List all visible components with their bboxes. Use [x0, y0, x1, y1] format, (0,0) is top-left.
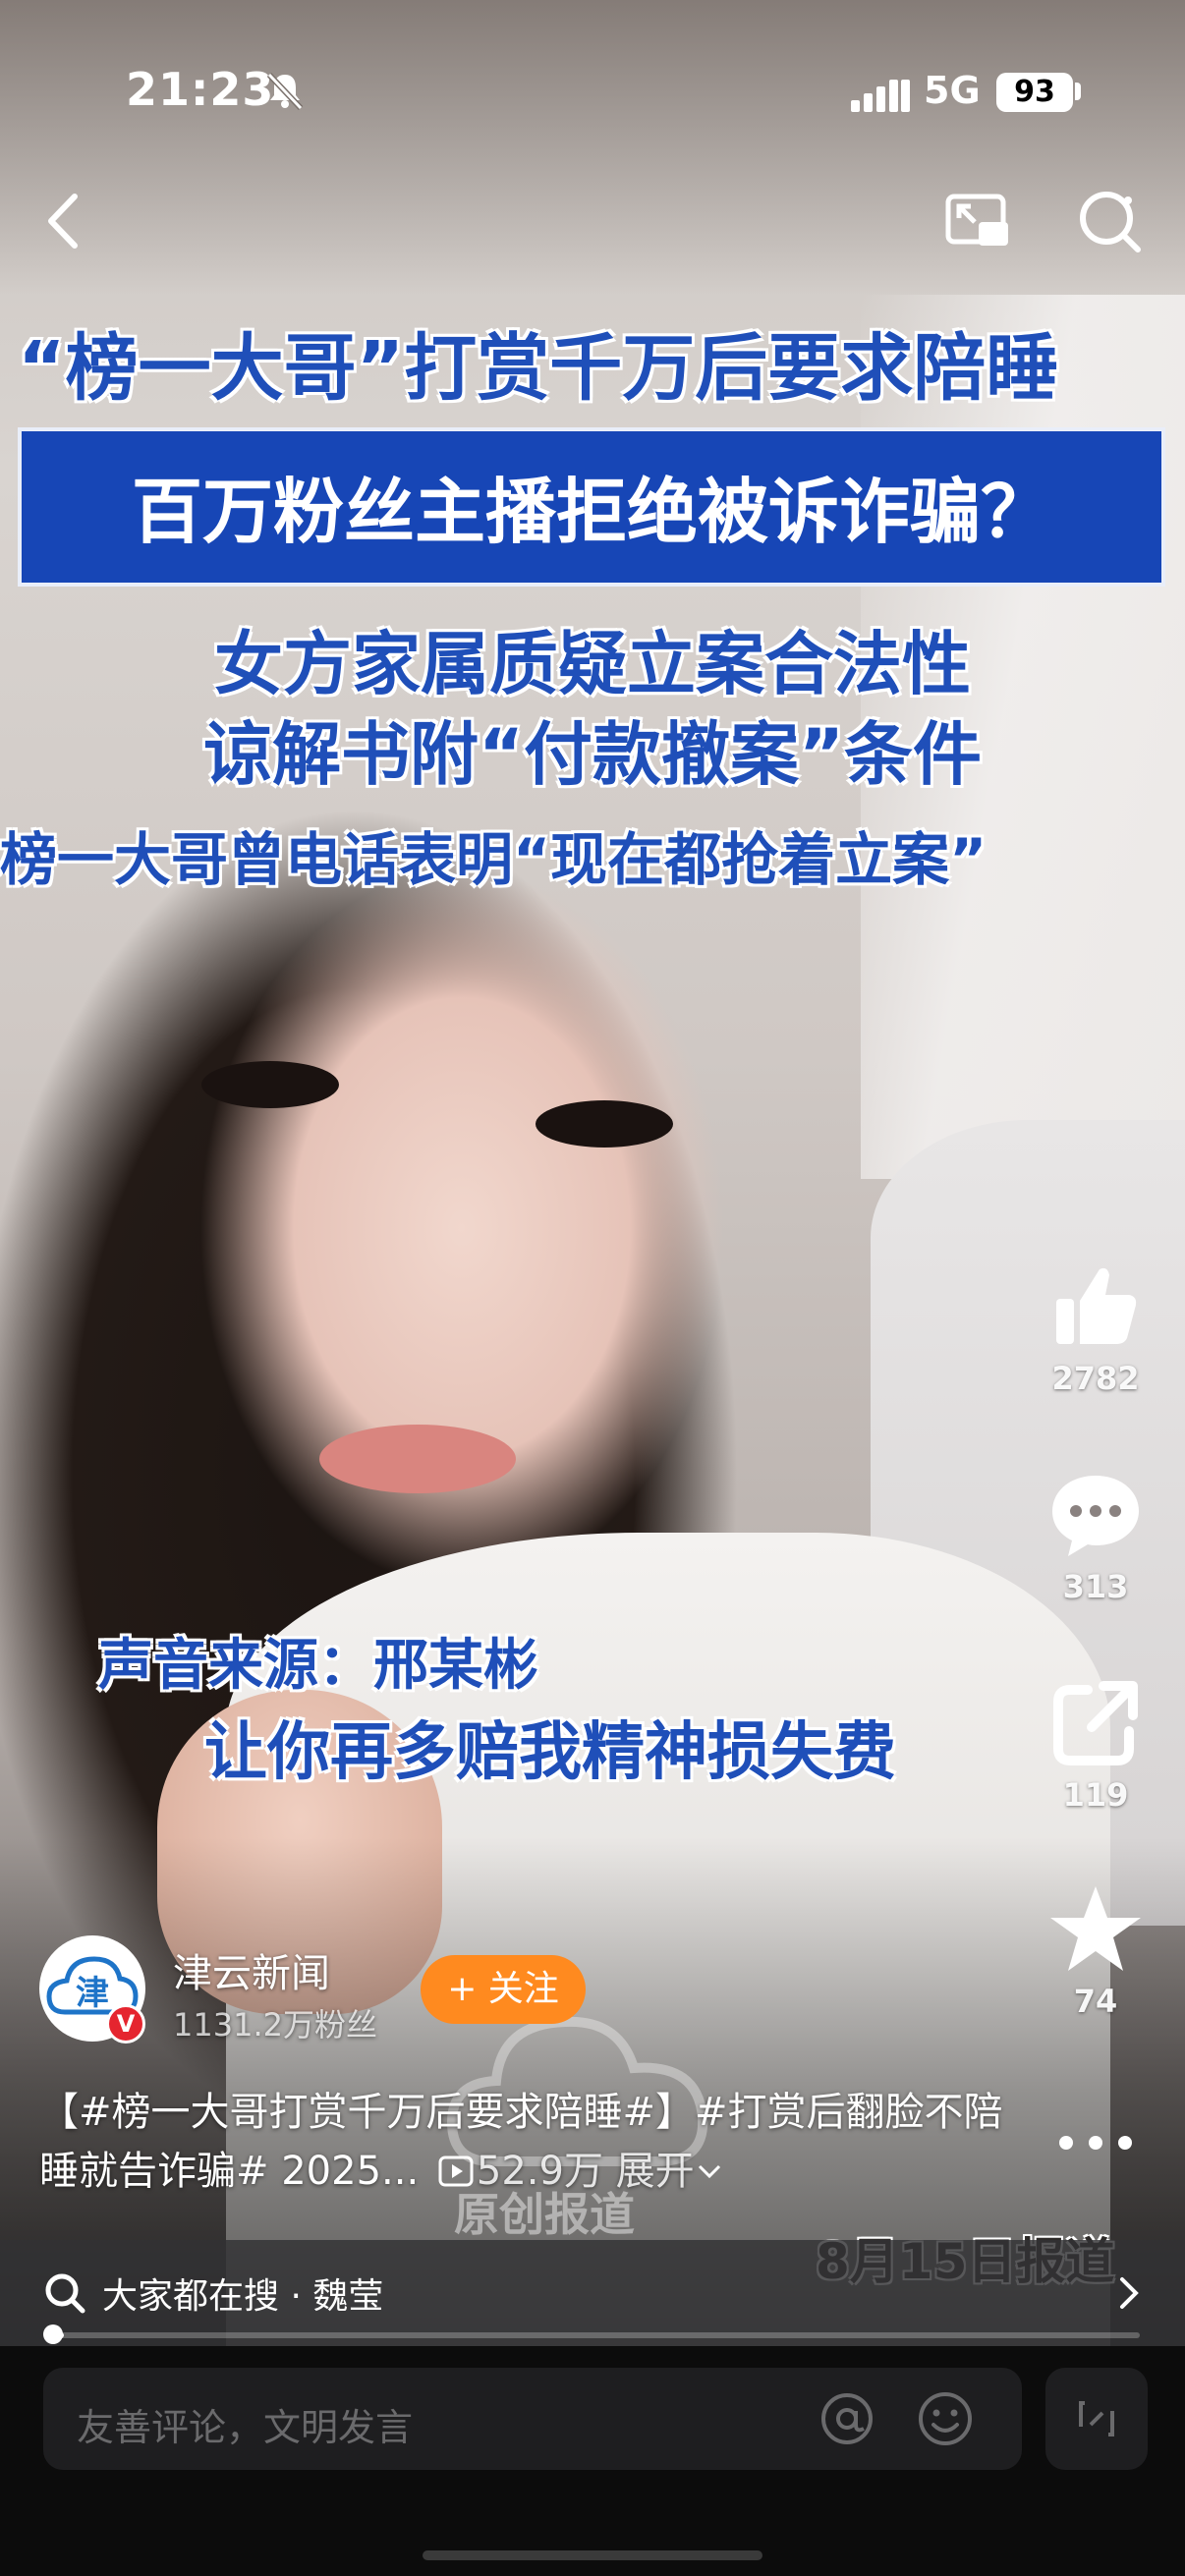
network-type: 5G: [924, 69, 981, 112]
comment-button[interactable]: 313: [1032, 1468, 1159, 1605]
video-subtitle-source: 声音来源：邢某彬: [98, 1634, 538, 1698]
headline-line1: “榜一大哥”打赏千万后要求陪睡: [18, 326, 1059, 411]
battery-tip: [1075, 83, 1081, 100]
thumbs-up-icon: [1056, 1267, 1137, 1344]
search-icon[interactable]: [1075, 187, 1144, 255]
headline-line2: 百万粉丝主播拒绝被诉诈骗？: [131, 471, 1051, 553]
like-button[interactable]: 2782: [1032, 1260, 1159, 1397]
comment-count: 313: [1062, 1568, 1129, 1605]
video-person-lips: [319, 1425, 516, 1493]
verified-badge: V: [106, 2004, 145, 2044]
video-person-eye-left: [201, 1061, 339, 1108]
video-progress-knob[interactable]: [43, 2324, 63, 2344]
share-icon: [1053, 1681, 1138, 1765]
video-subtitle-quote: 让你再多赔我精神损失费: [204, 1716, 896, 1789]
fullscreen-comment-button[interactable]: [1045, 2368, 1148, 2470]
caption-expand[interactable]: 展开: [616, 2149, 724, 2194]
at-mention-icon[interactable]: [818, 2389, 876, 2448]
back-arrow-icon[interactable]: [33, 187, 92, 255]
headline-line4: 谅解书附“付款撤案”条件: [202, 714, 982, 795]
author-fans: 1131.2万粉丝: [173, 2006, 377, 2044]
chevron-down-icon: [698, 2164, 720, 2179]
caption-expand-label: 展开: [615, 2149, 695, 2194]
favorite-count: 74: [1073, 1983, 1118, 2020]
expand-icon: [1079, 2401, 1114, 2436]
home-indicator: [423, 2550, 762, 2560]
related-search-prefix: 大家都在搜: [102, 2276, 280, 2317]
status-time: 21:23: [126, 63, 275, 116]
more-button[interactable]: [1032, 2128, 1159, 2157]
search-icon: [45, 2273, 85, 2314]
comment-placeholder: 友善评论，文明发言: [77, 2406, 414, 2449]
caption-views-wrap: 52.9万: [431, 2149, 616, 2194]
follow-button[interactable]: + 关注: [421, 1955, 586, 2024]
like-count: 2782: [1051, 1360, 1140, 1397]
status-bar: 21:23 5G 93: [0, 0, 1185, 187]
signal-icon: [851, 80, 910, 112]
comment-bubble-icon: [1052, 1476, 1139, 1556]
bell-muted-icon: [266, 72, 304, 110]
favorite-button[interactable]: 74: [1032, 1882, 1159, 2020]
caption-views: 52.9万: [476, 2149, 603, 2194]
video-progress-bar[interactable]: [53, 2332, 1140, 2338]
floating-window-icon[interactable]: [943, 187, 1012, 255]
avatar-char: 津: [76, 1974, 109, 2013]
related-search-text: 大家都在搜 · 魏莹: [102, 2276, 384, 2317]
chevron-right-icon: [1120, 2277, 1139, 2309]
play-count-icon: [438, 2156, 474, 2187]
author-name[interactable]: 津云新闻: [173, 1941, 330, 1998]
related-search-term: 魏莹: [312, 2276, 384, 2317]
battery-level: 93: [996, 73, 1073, 112]
share-button[interactable]: 119: [1032, 1676, 1159, 1814]
more-dots-icon: [1059, 2136, 1132, 2150]
emoji-icon[interactable]: [916, 2389, 975, 2448]
share-count: 119: [1062, 1776, 1129, 1814]
star-icon: [1050, 1886, 1141, 1971]
video-caption[interactable]: 【#榜一大哥打赏千万后要求陪睡#】#打赏后翻脸不陪睡就告诈骗# 2025... …: [39, 2083, 1022, 2201]
video-person-eye-right: [536, 1100, 673, 1148]
headline-line5: 榜一大哥曾电话表明“现在都抢着立案”: [0, 826, 988, 893]
headline-line3: 女方家属质疑立案合法性: [214, 624, 971, 704]
